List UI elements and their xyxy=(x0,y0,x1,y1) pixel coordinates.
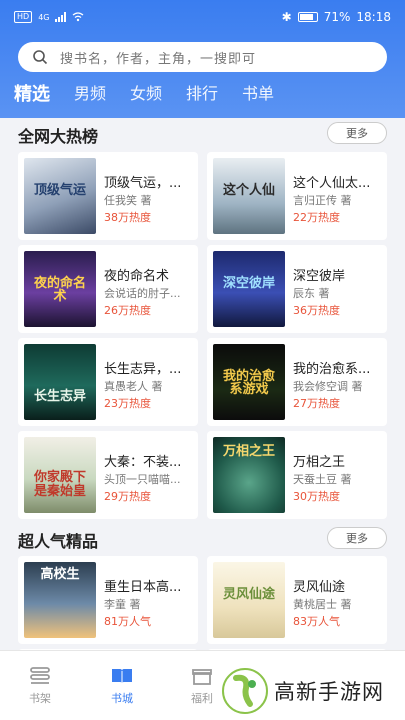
book-author: 言归正传 著 xyxy=(293,194,352,207)
book-cover: 你家殿下是秦始皇 xyxy=(24,437,96,513)
book-heat: 29万热度 xyxy=(104,490,151,503)
network-label: 4G xyxy=(38,12,50,22)
book-heat: 23万热度 xyxy=(104,397,151,410)
section-title-hot: 全网大热榜 xyxy=(18,127,99,146)
book-card[interactable]: 灵风仙途 灵风仙途 黄桃居士 著 83万人气 xyxy=(207,556,387,644)
search-placeholder: 搜书名，作者，主角，一搜即可 xyxy=(60,51,257,67)
book-cover: 顶级气运 xyxy=(24,158,96,234)
book-title: 长生志异，... xyxy=(104,362,182,377)
book-title: 夜的命名术 xyxy=(104,269,170,284)
book-author: 头顶一只喵喵... xyxy=(104,473,181,486)
gift-icon xyxy=(192,669,212,685)
book-heat: 38万热度 xyxy=(104,211,151,224)
book-heat: 26万热度 xyxy=(104,304,151,317)
book-author: 黄桃居士 著 xyxy=(293,598,352,611)
battery-percent: 71% xyxy=(323,10,351,24)
nav-bookshelf[interactable]: 书架 xyxy=(10,651,70,720)
signal-icon xyxy=(55,12,67,22)
book-card[interactable]: 深空彼岸 深空彼岸 辰东 著 36万热度 xyxy=(207,245,387,333)
category-tabs: 精选 男频 女频 排行 书单 xyxy=(14,80,274,106)
book-author: 李童 著 xyxy=(104,598,141,611)
book-card[interactable]: 我的治愈系游戏 我的治愈系... 我会修空调 著 27万热度 xyxy=(207,338,387,426)
book-heat: 30万热度 xyxy=(293,490,340,503)
book-cover: 这个人仙 xyxy=(213,158,285,234)
book-heat: 81万人气 xyxy=(104,615,151,628)
book-card[interactable]: 你家殿下是秦始皇 大秦：不装... 头顶一只喵喵... 29万热度 xyxy=(18,431,198,519)
book-card[interactable]: 长生志异 长生志异，... 真愚老人 著 23万热度 xyxy=(18,338,198,426)
nav-label: 书城 xyxy=(111,692,133,705)
section-title-popular: 超人气精品 xyxy=(18,532,99,551)
book-title: 这个人仙太... xyxy=(293,176,371,191)
book-cover: 深空彼岸 xyxy=(213,251,285,327)
book-title: 顶级气运，... xyxy=(104,176,182,191)
watermark-text: 高新手游网 xyxy=(274,680,384,704)
book-author: 会说话的肘子... xyxy=(104,287,181,300)
book-heat: 27万热度 xyxy=(293,397,340,410)
wifi-icon xyxy=(73,12,84,22)
nav-label: 福利 xyxy=(191,692,213,705)
book-author: 天蚕土豆 著 xyxy=(293,473,352,486)
battery-icon xyxy=(297,12,318,22)
site-watermark: 高新手游网 xyxy=(222,662,405,720)
nav-label: 书架 xyxy=(29,692,51,705)
watermark-logo-icon xyxy=(222,668,268,714)
book-heat: 83万人气 xyxy=(293,615,340,628)
tab-featured[interactable]: 精选 xyxy=(14,80,50,106)
book-cover: 灵风仙途 xyxy=(213,562,285,638)
book-cover: 夜的命名术 xyxy=(24,251,96,327)
book-author: 任我笑 著 xyxy=(104,194,152,207)
book-card[interactable]: 这个人仙 这个人仙太... 言归正传 著 22万热度 xyxy=(207,152,387,240)
book-title: 深空彼岸 xyxy=(293,269,346,284)
nav-bookstore[interactable]: 书城 xyxy=(92,651,152,720)
popular-more-button[interactable]: 更多 xyxy=(327,527,387,549)
bluetooth-icon: ✱ xyxy=(281,10,292,24)
tab-female[interactable]: 女频 xyxy=(130,80,162,106)
hot-more-button[interactable]: 更多 xyxy=(327,122,387,144)
book-heat: 36万热度 xyxy=(293,304,340,317)
book-card[interactable]: 万相之王 万相之王 天蚕土豆 著 30万热度 xyxy=(207,431,387,519)
book-title: 万相之王 xyxy=(293,455,346,470)
book-author: 真愚老人 著 xyxy=(104,380,163,393)
book-cover: 长生志异 xyxy=(24,344,96,420)
status-bar: HD 4G ✱ 71% 18:18 xyxy=(0,0,405,34)
book-card[interactable]: 顶级气运 顶级气运，... 任我笑 著 38万热度 xyxy=(18,152,198,240)
search-icon xyxy=(33,50,48,65)
bookshelf-icon xyxy=(30,667,50,684)
tab-booklist[interactable]: 书单 xyxy=(242,80,274,106)
top-header: HD 4G ✱ 71% 18:18 搜书名，作者，主角，一搜即可 精选 男频 女… xyxy=(0,0,405,118)
book-card[interactable]: 夜的命名术 夜的命名术 会说话的肘子... 26万热度 xyxy=(18,245,198,333)
book-open-icon xyxy=(112,669,132,684)
clock: 18:18 xyxy=(356,10,391,24)
book-cover: 高校生 xyxy=(24,562,96,638)
book-cover: 我的治愈系游戏 xyxy=(213,344,285,420)
book-title: 灵风仙途 xyxy=(293,580,346,595)
book-card[interactable]: 高校生 重生日本高... 李童 著 81万人气 xyxy=(18,556,198,644)
search-input[interactable]: 搜书名，作者，主角，一搜即可 xyxy=(18,42,387,72)
book-title: 大秦：不装... xyxy=(104,455,182,470)
book-cover: 万相之王 xyxy=(213,437,285,513)
book-author: 辰东 著 xyxy=(293,287,330,300)
book-title: 重生日本高... xyxy=(104,580,182,595)
book-author: 我会修空调 著 xyxy=(293,380,363,393)
tab-male[interactable]: 男频 xyxy=(74,80,106,106)
hd-badge: HD xyxy=(14,11,33,23)
book-heat: 22万热度 xyxy=(293,211,340,224)
tab-ranking[interactable]: 排行 xyxy=(186,80,218,106)
main-content: 全网大热榜 更多 顶级气运 顶级气运，... 任我笑 著 38万热度 这个人仙 … xyxy=(0,118,405,650)
book-title: 我的治愈系... xyxy=(293,362,371,377)
